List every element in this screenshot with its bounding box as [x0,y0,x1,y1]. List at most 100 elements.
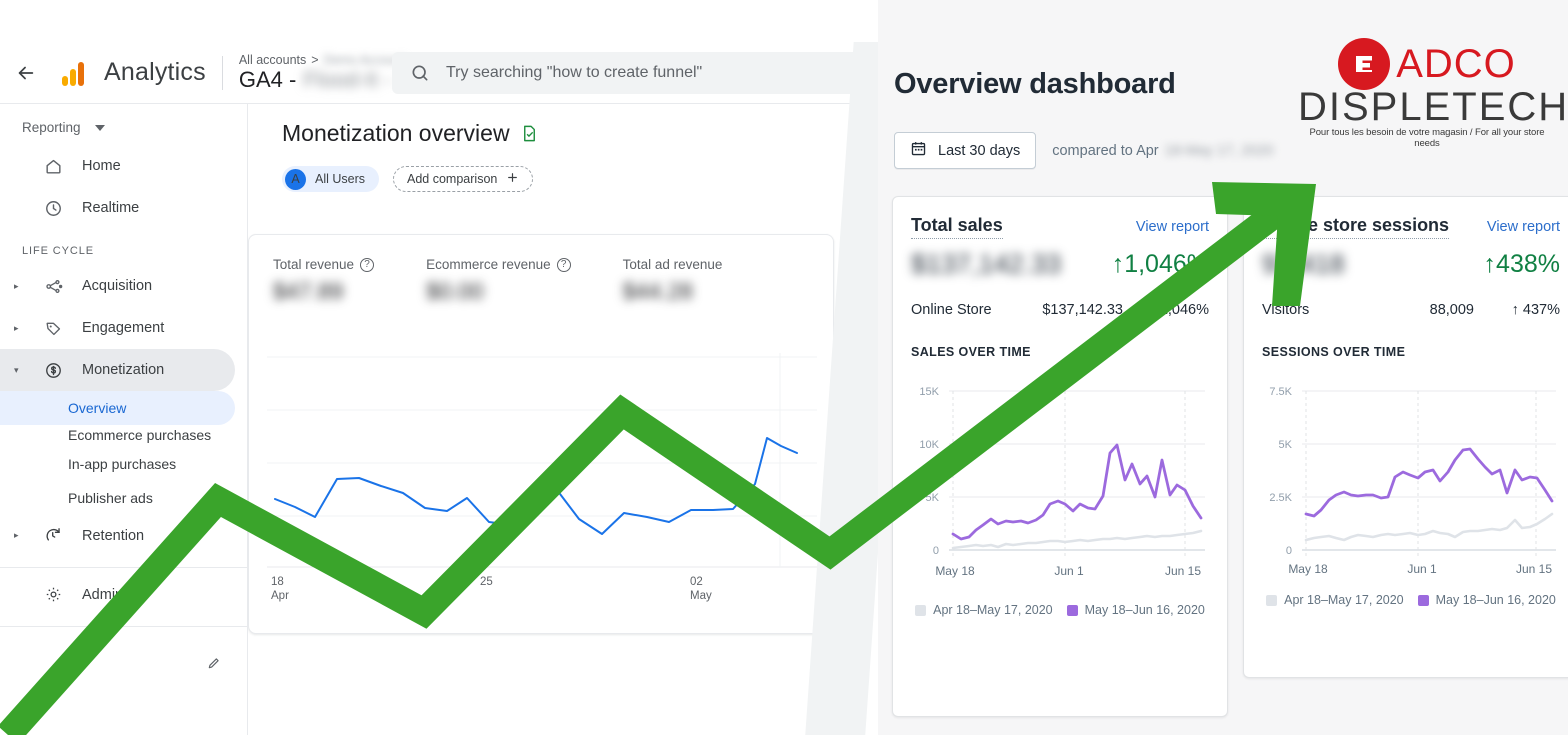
property-title: Flood-It - [303,66,392,92]
google-analytics-window: Analytics All accounts > Demo Account GA… [0,42,878,735]
search-placeholder: Try searching "how to create funnel" [446,64,703,81]
sidebar-item-home[interactable]: Home [0,145,235,187]
segment-chip-label: All Users [315,172,366,186]
pencil-icon[interactable] [207,656,221,673]
sales-chart-legend: Apr 18–May 17, 2020 May 18–Jun 16, 2020 [893,593,1227,617]
date-range-button[interactable]: Last 30 days [894,132,1037,169]
legend-item-current: May 18–Jun 16, 2020 [1066,603,1205,617]
account-selector[interactable]: All accounts > Demo Account GA4 - Flood-… [239,53,405,93]
metric-ecommerce-revenue[interactable]: Ecommerce revenue ? $0.00 [426,257,571,305]
metric-total-ad-revenue[interactable]: Total ad revenue $44.28 [623,257,723,305]
segment-chip-all-users[interactable]: A All Users [282,166,380,192]
sidebar-item-retention[interactable]: ▸ Retention [0,515,235,557]
reporting-label: Reporting [22,120,81,135]
metric-value: $44.28 [622,278,693,304]
adco-displetech-logo: ADCO DISPLETECH Pour tous les besoin de … [1298,38,1567,149]
breadcrumb-all-accounts[interactable]: All accounts [239,53,306,67]
x-tick-label: 02 May [690,576,712,603]
search-input[interactable]: Try searching "how to create funnel" [392,52,872,94]
help-icon[interactable]: ? [360,257,375,272]
breadcrumb-separator: > [311,52,319,67]
card-delta: ↑1,046% [1111,250,1209,278]
sidebar-item-monetization[interactable]: ▾ Monetization [0,349,235,391]
chevron-down-icon [94,124,105,131]
sidebar-item-admin[interactable]: Admin [0,574,235,616]
breakdown-name: Visitors [1262,302,1310,318]
google-analytics-logo [52,60,94,86]
sidebar-item-label: Engagement [82,320,165,336]
total-sales-card: Total sales View report $137,142.33 ↑1,0… [892,196,1228,717]
date-range-label: Last 30 days [938,142,1021,159]
logo-tagline: Pour tous les besoin de votre magasin / … [1309,127,1545,149]
retention-icon [42,525,64,547]
ga4-sidebar: Reporting Home Realtime LIFE CYCLE ▸ Acq… [0,104,248,735]
chevron-down-icon: ▾ [14,364,19,375]
help-icon[interactable]: ? [556,257,571,272]
sessions-chart-legend: Apr 18–May 17, 2020 May 18–Jun 16, 2020 [1244,583,1568,607]
chevron-right-icon: ▸ [14,530,19,540]
revenue-line-chart [267,353,817,568]
property-name[interactable]: GA4 - Flood-It - [239,67,405,93]
breadcrumb: All accounts > Demo Account [239,53,405,67]
sales-over-time-chart: 15K 10K 5K 0 May 18 Jun 1 Jun 15 [893,373,1227,593]
sidebar-subitem-publisher-ads[interactable]: Publisher ads [0,481,235,515]
sidebar-item-label: Admin [82,586,124,603]
sidebar-item-label: Home [82,158,121,174]
reporting-mode-switch[interactable]: Reporting [0,110,247,145]
svg-text:May 18: May 18 [935,564,975,578]
card-title: Total sales [911,215,1003,239]
eye-icon[interactable] [777,520,795,543]
card-title: Online store sessions [1262,215,1450,239]
svg-text:2.5K: 2.5K [1269,492,1292,504]
sidebar-subitem-ecommerce-purchases[interactable]: Ecommerce purchases [0,425,235,447]
sidebar-subitem-overview[interactable]: Overview [0,391,235,425]
gridlines [949,390,1205,557]
clock-icon [42,197,64,219]
svg-text:Jun 15: Jun 15 [1516,562,1552,576]
metric-value: $0.00 [426,278,484,304]
x-tick-label: 25 [480,576,493,588]
svg-text:0: 0 [933,545,939,557]
card-big-value-row: 93,418 ↑438% [1244,239,1568,280]
metric-label: Total ad revenue [622,257,723,272]
page-title: Monetization overview [282,120,878,147]
x-tick-label: 18 Apr [271,576,289,603]
legend-item-previous: Apr 18–May 17, 2020 [1266,593,1404,607]
dashboard-title: Overview dashboard [894,68,1176,100]
sessions-previous-period-line [1304,513,1554,542]
x-axis-labels: May 18 Jun 1 Jun 15 [935,564,1201,578]
x-axis-labels: May 18 Jun 1 Jun 15 [1288,562,1552,576]
sidebar-divider-2 [0,625,247,627]
sidebar-item-engagement[interactable]: ▸ Engagement [0,307,235,349]
metric-total-revenue[interactable]: Total revenue ? $47.89 [273,257,375,305]
home-icon [42,155,64,177]
y-axis-labels: 7.5K 5K 2.5K 0 [1269,386,1292,557]
sidebar-item-realtime[interactable]: Realtime [0,187,235,229]
sidebar-subitem-in-app-purchases[interactable]: In-app purchases [0,447,235,481]
legend-label: May 18–Jun 16, 2020 [1435,593,1556,608]
legend-item-previous: Apr 18–May 17, 2020 [915,603,1053,617]
ga4-main-content: Monetization overview A All Users Add co… [248,104,878,735]
dollar-circle-icon [42,359,64,381]
add-comparison-button[interactable]: Add comparison [393,166,534,192]
chart-x-axis: 18 Apr 25 02 May [267,573,817,613]
card-section-label: SESSIONS OVER TIME [1262,345,1406,360]
svg-text:10K: 10K [919,439,939,451]
logo-top-row: ADCO [1298,38,1556,90]
sidebar-item-acquisition[interactable]: ▸ Acquisition [0,265,235,307]
legend-swatch [1066,604,1078,616]
svg-text:0: 0 [1286,545,1292,557]
breakdown-name: Online Store [911,302,992,318]
card-header: Online store sessions View report [1244,197,1568,239]
back-arrow-icon[interactable] [0,42,52,104]
logo-adco-text: ADCO [1396,41,1516,86]
sessions-current-period-line [1304,447,1554,518]
date-range-row: Last 30 days compared to Apr 18-May 17, … [894,132,1273,169]
view-report-link[interactable]: View report [1487,219,1560,235]
save-report-icon[interactable] [520,124,539,143]
legend-item-current: May 18–Jun 16, 2020 [1417,593,1556,608]
svg-text:7.5K: 7.5K [1269,386,1292,398]
sidebar-item-label: Realtime [82,200,140,216]
monetization-card: Total revenue ? $47.89 Ecommerce revenue… [248,234,834,634]
view-report-link[interactable]: View report [1136,219,1209,235]
